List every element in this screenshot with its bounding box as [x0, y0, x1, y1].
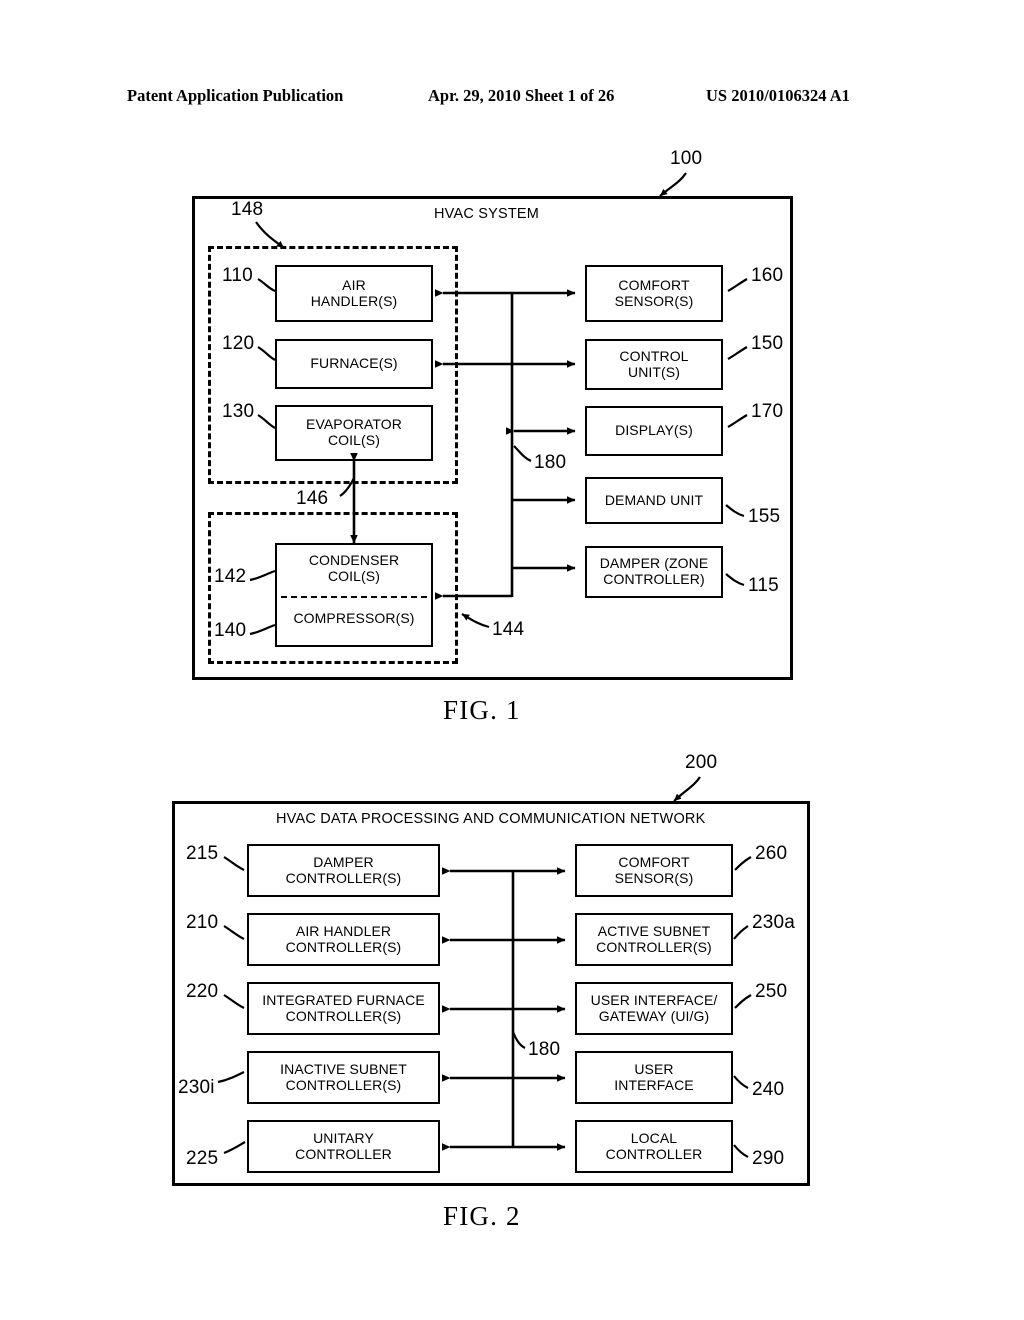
page-header: Patent Application Publication Apr. 29, … [0, 86, 1024, 114]
node-evaporator-coil-line-1: EVAPORATOR [306, 416, 402, 433]
node-furnace-line-1: FURNACE(S) [310, 355, 398, 372]
ref-120: 120 [222, 333, 255, 354]
node-inactive-subnet-controller-line-1: INACTIVE SUBNET [280, 1060, 407, 1077]
node-local-controller[interactable]: LOCAL CONTROLLER [575, 1120, 733, 1173]
ref-180-fig1: 180 [534, 452, 567, 473]
node-air-handler-line-2: HANDLER(S) [310, 292, 398, 309]
ref-140: 140 [214, 620, 247, 641]
ref-210: 210 [186, 912, 219, 933]
node-air-handler-line-1: AIR [342, 276, 366, 293]
node-damper-line-2: CONTROLLER) [603, 571, 705, 587]
node-furnace[interactable]: FURNACE(S) [275, 339, 433, 389]
figure1-system-label: HVAC SYSTEM [434, 206, 540, 222]
node-comfort-sensor[interactable]: COMFORT SENSOR(S) [585, 265, 723, 322]
publication-number: US 2010/0106324 A1 [706, 86, 850, 105]
ref-230i: 230i [178, 1077, 215, 1098]
node-condenser-compressor[interactable]: CONDENSER COIL(S) COMPRESSOR(S) [275, 543, 433, 647]
ref-290: 290 [752, 1148, 785, 1169]
ref-160: 160 [751, 265, 784, 286]
node-local-controller-line-2: CONTROLLER [605, 1145, 703, 1162]
node-local-controller-line-1: LOCAL [630, 1129, 678, 1146]
node-user-interface-line-2: INTERFACE [614, 1076, 694, 1093]
node-compressor-label: COMPRESSOR(S) [277, 610, 431, 627]
ref-260: 260 [755, 843, 788, 864]
ref-220: 220 [186, 981, 219, 1002]
figure1-caption: FIG. 1 [443, 695, 521, 725]
node-control-unit-line-2: UNIT(S) [627, 363, 681, 380]
node-demand-unit-line-1: DEMAND UNIT [604, 491, 704, 508]
ref-250: 250 [755, 981, 788, 1002]
ref-144: 144 [492, 619, 525, 640]
node-integrated-furnace-controller[interactable]: INTEGRATED FURNACE CONTROLLER(S) [247, 982, 440, 1035]
ref-230a: 230a [752, 912, 796, 933]
node-damper-zone-controller[interactable]: DAMPER (ZONE CONTROLLER) [585, 546, 723, 598]
node-unitary-controller[interactable]: UNITARY CONTROLLER [247, 1120, 440, 1173]
node-integrated-furnace-controller-line-2: CONTROLLER(S) [285, 1007, 402, 1024]
ref-110: 110 [222, 265, 253, 286]
node-inactive-subnet-controller-line-2: CONTROLLER(S) [285, 1076, 402, 1093]
node-user-interface-gateway-line-1: USER INTERFACE/ [590, 991, 718, 1008]
node-comfort-sensor-line-1: COMFORT [618, 276, 690, 293]
node-user-interface-gateway-line-2: GATEWAY (UI/G) [598, 1007, 710, 1024]
node-condenser-coil-line-1: CONDENSER [308, 552, 400, 568]
ref-225: 225 [186, 1148, 219, 1169]
node-comfort-sensor-network-line-1: COMFORT [618, 853, 690, 870]
figure2-system-label: HVAC DATA PROCESSING AND COMMUNICATION N… [276, 811, 706, 827]
node-active-subnet-controller[interactable]: ACTIVE SUBNET CONTROLLER(S) [575, 913, 733, 966]
node-damper-controller[interactable]: DAMPER CONTROLLER(S) [247, 844, 440, 897]
publication-date-sheet: Apr. 29, 2010 Sheet 1 of 26 [428, 86, 615, 105]
node-display[interactable]: DISPLAY(S) [585, 406, 723, 456]
publication-label: Patent Application Publication [127, 86, 344, 105]
node-control-unit[interactable]: CONTROL UNIT(S) [585, 339, 723, 390]
ref-240: 240 [752, 1079, 785, 1100]
ref-170: 170 [751, 401, 784, 422]
leader-100 [659, 172, 687, 197]
ref-180-fig2: 180 [528, 1039, 561, 1060]
node-comfort-sensor-line-2: SENSOR(S) [614, 292, 694, 309]
node-air-handler-controller-line-1: AIR HANDLER [295, 922, 392, 939]
node-comfort-sensor-network-line-2: SENSOR(S) [614, 869, 694, 886]
ref-215: 215 [186, 843, 219, 864]
node-user-interface[interactable]: USER INTERFACE [575, 1051, 733, 1104]
ref-146: 146 [296, 488, 329, 509]
node-display-line-1: DISPLAY(S) [615, 422, 693, 439]
leader-200 [673, 776, 701, 802]
node-demand-unit[interactable]: DEMAND UNIT [585, 477, 723, 524]
node-air-handler-controller-line-2: CONTROLLER(S) [285, 938, 402, 955]
ref-100: 100 [670, 148, 703, 169]
ref-200: 200 [685, 752, 718, 773]
node-evaporator-coil[interactable]: EVAPORATOR COIL(S) [275, 405, 433, 461]
condenser-compressor-divider [281, 596, 427, 598]
ref-115: 115 [748, 575, 779, 596]
ref-150: 150 [751, 333, 784, 354]
node-air-handler-controller[interactable]: AIR HANDLER CONTROLLER(S) [247, 913, 440, 966]
node-damper-controller-line-1: DAMPER [313, 853, 374, 870]
node-damper-controller-line-2: CONTROLLER(S) [285, 869, 402, 886]
node-active-subnet-controller-line-1: ACTIVE SUBNET [597, 922, 711, 939]
node-air-handler[interactable]: AIR HANDLER(S) [275, 265, 433, 322]
node-integrated-furnace-controller-line-1: INTEGRATED FURNACE [262, 991, 425, 1008]
node-condenser-coil-line-2: COIL(S) [327, 567, 381, 584]
ref-130: 130 [222, 401, 255, 422]
node-user-interface-gateway[interactable]: USER INTERFACE/ GATEWAY (UI/G) [575, 982, 733, 1035]
node-unitary-controller-line-2: CONTROLLER [295, 1145, 392, 1162]
node-user-interface-line-1: USER [634, 1060, 674, 1077]
ref-142: 142 [214, 566, 247, 587]
node-comfort-sensor-network[interactable]: COMFORT SENSOR(S) [575, 844, 733, 897]
node-compressor-line-1: COMPRESSOR(S) [293, 610, 415, 626]
node-unitary-controller-line-1: UNITARY [313, 1129, 374, 1146]
figure2-caption: FIG. 2 [443, 1201, 521, 1231]
node-damper-line-1: DAMPER (ZONE [599, 555, 709, 572]
node-inactive-subnet-controller[interactable]: INACTIVE SUBNET CONTROLLER(S) [247, 1051, 440, 1104]
node-control-unit-line-1: CONTROL [619, 347, 689, 364]
ref-155: 155 [748, 506, 781, 527]
node-evaporator-coil-line-2: COIL(S) [327, 432, 381, 448]
node-active-subnet-controller-line-2: CONTROLLER(S) [596, 938, 712, 955]
ref-148: 148 [231, 199, 264, 220]
